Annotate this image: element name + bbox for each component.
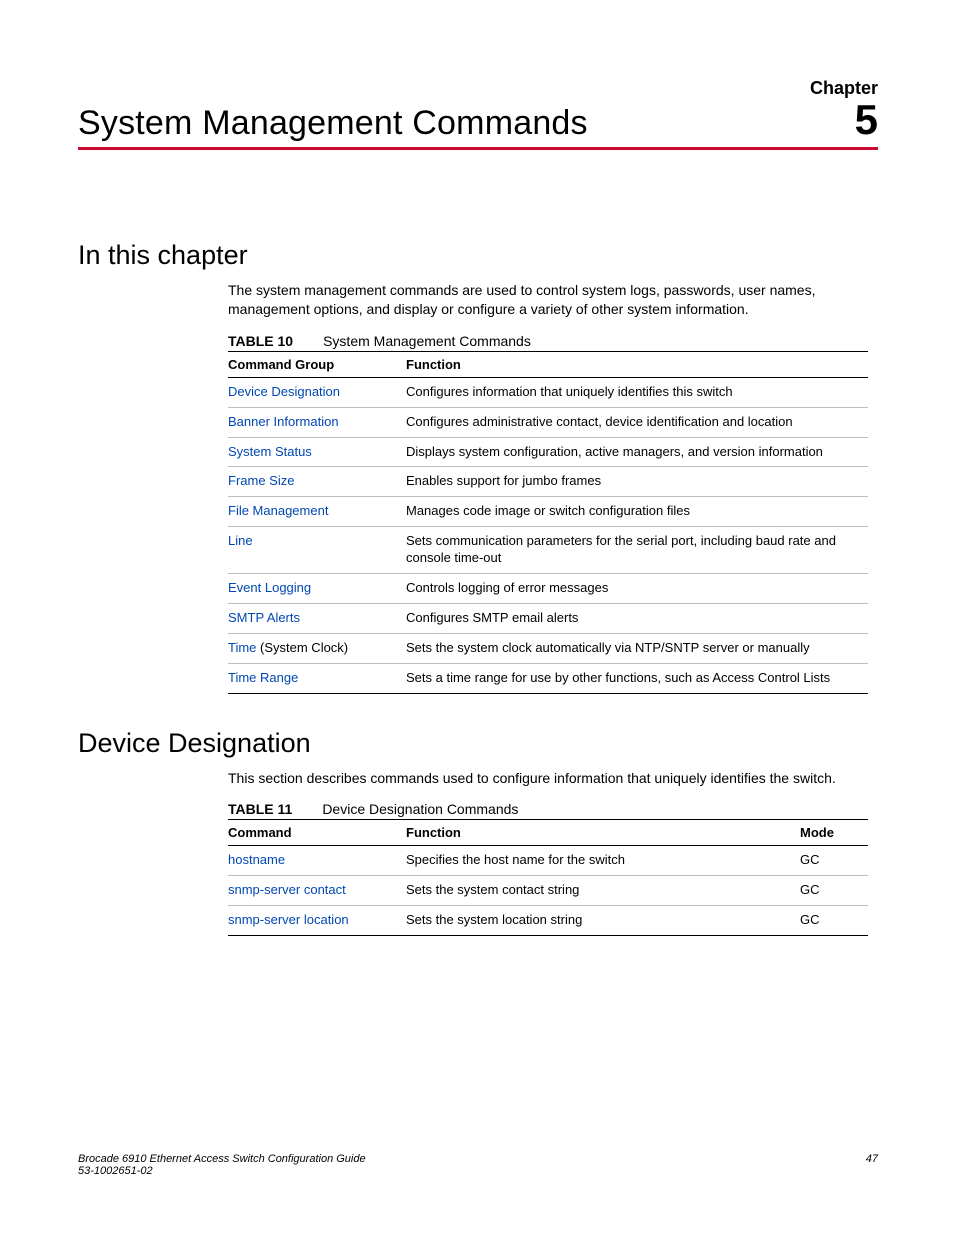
intro-paragraph: The system management commands are used … bbox=[228, 281, 868, 319]
page-title: System Management Commands bbox=[78, 104, 588, 143]
title-row: System Management Commands 5 bbox=[78, 101, 878, 150]
page-footer: Brocade 6910 Ethernet Access Switch Conf… bbox=[78, 1153, 878, 1177]
footer-page-number: 47 bbox=[866, 1153, 878, 1177]
table-11: Command Function Mode hostname Specifies … bbox=[228, 819, 868, 936]
table10-title: System Management Commands bbox=[323, 333, 531, 349]
table-10: Command Group Function Device Designatio… bbox=[228, 351, 868, 694]
footer-doc-number: 53-1002651-02 bbox=[78, 1165, 366, 1177]
table-row: System Status Displays system configurati… bbox=[228, 437, 868, 467]
table-row: Event Logging Controls logging of error m… bbox=[228, 574, 868, 604]
command-link[interactable]: snmp-server location bbox=[228, 912, 349, 927]
mode-cell: GC bbox=[800, 906, 868, 936]
chapter-number: 5 bbox=[855, 101, 878, 139]
function-cell: Sets the system location string bbox=[406, 906, 800, 936]
table-row: Time (System Clock) Sets the system clock… bbox=[228, 633, 868, 663]
table10-caption: TABLE 10 System Management Commands bbox=[228, 333, 878, 349]
table-row: Banner Information Configures administrat… bbox=[228, 407, 868, 437]
table-row: Line Sets communication parameters for th… bbox=[228, 527, 868, 574]
device-designation-intro: This section describes commands used to … bbox=[228, 769, 868, 788]
table11-header-function: Function bbox=[406, 820, 800, 846]
mode-cell: GC bbox=[800, 846, 868, 876]
function-cell: Sets the system clock automatically via … bbox=[406, 633, 868, 663]
footer-doc-title: Brocade 6910 Ethernet Access Switch Conf… bbox=[78, 1153, 366, 1165]
table11-caption: TABLE 11 Device Designation Commands bbox=[228, 801, 878, 817]
command-link[interactable]: Frame Size bbox=[228, 473, 294, 488]
table11-header-mode: Mode bbox=[800, 820, 868, 846]
command-link[interactable]: Line bbox=[228, 533, 253, 548]
chapter-label: Chapter bbox=[78, 78, 878, 99]
section-heading-in-this-chapter: In this chapter bbox=[78, 240, 878, 271]
table-row: File Management Manages code image or swi… bbox=[228, 497, 868, 527]
function-cell: Displays system configuration, active ma… bbox=[406, 437, 868, 467]
command-link[interactable]: Event Logging bbox=[228, 580, 311, 595]
command-link[interactable]: Banner Information bbox=[228, 414, 339, 429]
table11-label: TABLE 11 bbox=[228, 801, 292, 817]
table-row: Time Range Sets a time range for use by o… bbox=[228, 663, 868, 693]
table-row: Device Designation Configures information… bbox=[228, 377, 868, 407]
table-row: hostname Specifies the host name for the … bbox=[228, 846, 868, 876]
command-link[interactable]: SMTP Alerts bbox=[228, 610, 300, 625]
table-row: Frame Size Enables support for jumbo fram… bbox=[228, 467, 868, 497]
function-cell: Sets a time range for use by other funct… bbox=[406, 663, 868, 693]
function-cell: Controls logging of error messages bbox=[406, 574, 868, 604]
command-link[interactable]: Time Range bbox=[228, 670, 298, 685]
function-cell: Configures SMTP email alerts bbox=[406, 603, 868, 633]
command-link[interactable]: Time bbox=[228, 640, 256, 655]
table-row: snmp-server location Sets the system loca… bbox=[228, 906, 868, 936]
table11-title: Device Designation Commands bbox=[322, 801, 518, 817]
function-cell: Sets the system contact string bbox=[406, 876, 800, 906]
function-cell: Configures administrative contact, devic… bbox=[406, 407, 868, 437]
command-link[interactable]: System Status bbox=[228, 444, 312, 459]
function-cell: Specifies the host name for the switch bbox=[406, 846, 800, 876]
command-link[interactable]: Device Designation bbox=[228, 384, 340, 399]
command-link[interactable]: File Management bbox=[228, 503, 328, 518]
table-row: SMTP Alerts Configures SMTP email alerts bbox=[228, 603, 868, 633]
table10-label: TABLE 10 bbox=[228, 333, 293, 349]
function-cell: Sets communication parameters for the se… bbox=[406, 527, 868, 574]
mode-cell: GC bbox=[800, 876, 868, 906]
function-cell: Manages code image or switch configurati… bbox=[406, 497, 868, 527]
table-row: snmp-server contact Sets the system conta… bbox=[228, 876, 868, 906]
table10-header-function: Function bbox=[406, 351, 868, 377]
function-cell: Enables support for jumbo frames bbox=[406, 467, 868, 497]
table11-header-command: Command bbox=[228, 820, 406, 846]
command-suffix: (System Clock) bbox=[256, 640, 348, 655]
command-link[interactable]: snmp-server contact bbox=[228, 882, 346, 897]
section-heading-device-designation: Device Designation bbox=[78, 728, 878, 759]
function-cell: Configures information that uniquely ide… bbox=[406, 377, 868, 407]
table10-header-command-group: Command Group bbox=[228, 351, 406, 377]
command-link[interactable]: hostname bbox=[228, 852, 285, 867]
